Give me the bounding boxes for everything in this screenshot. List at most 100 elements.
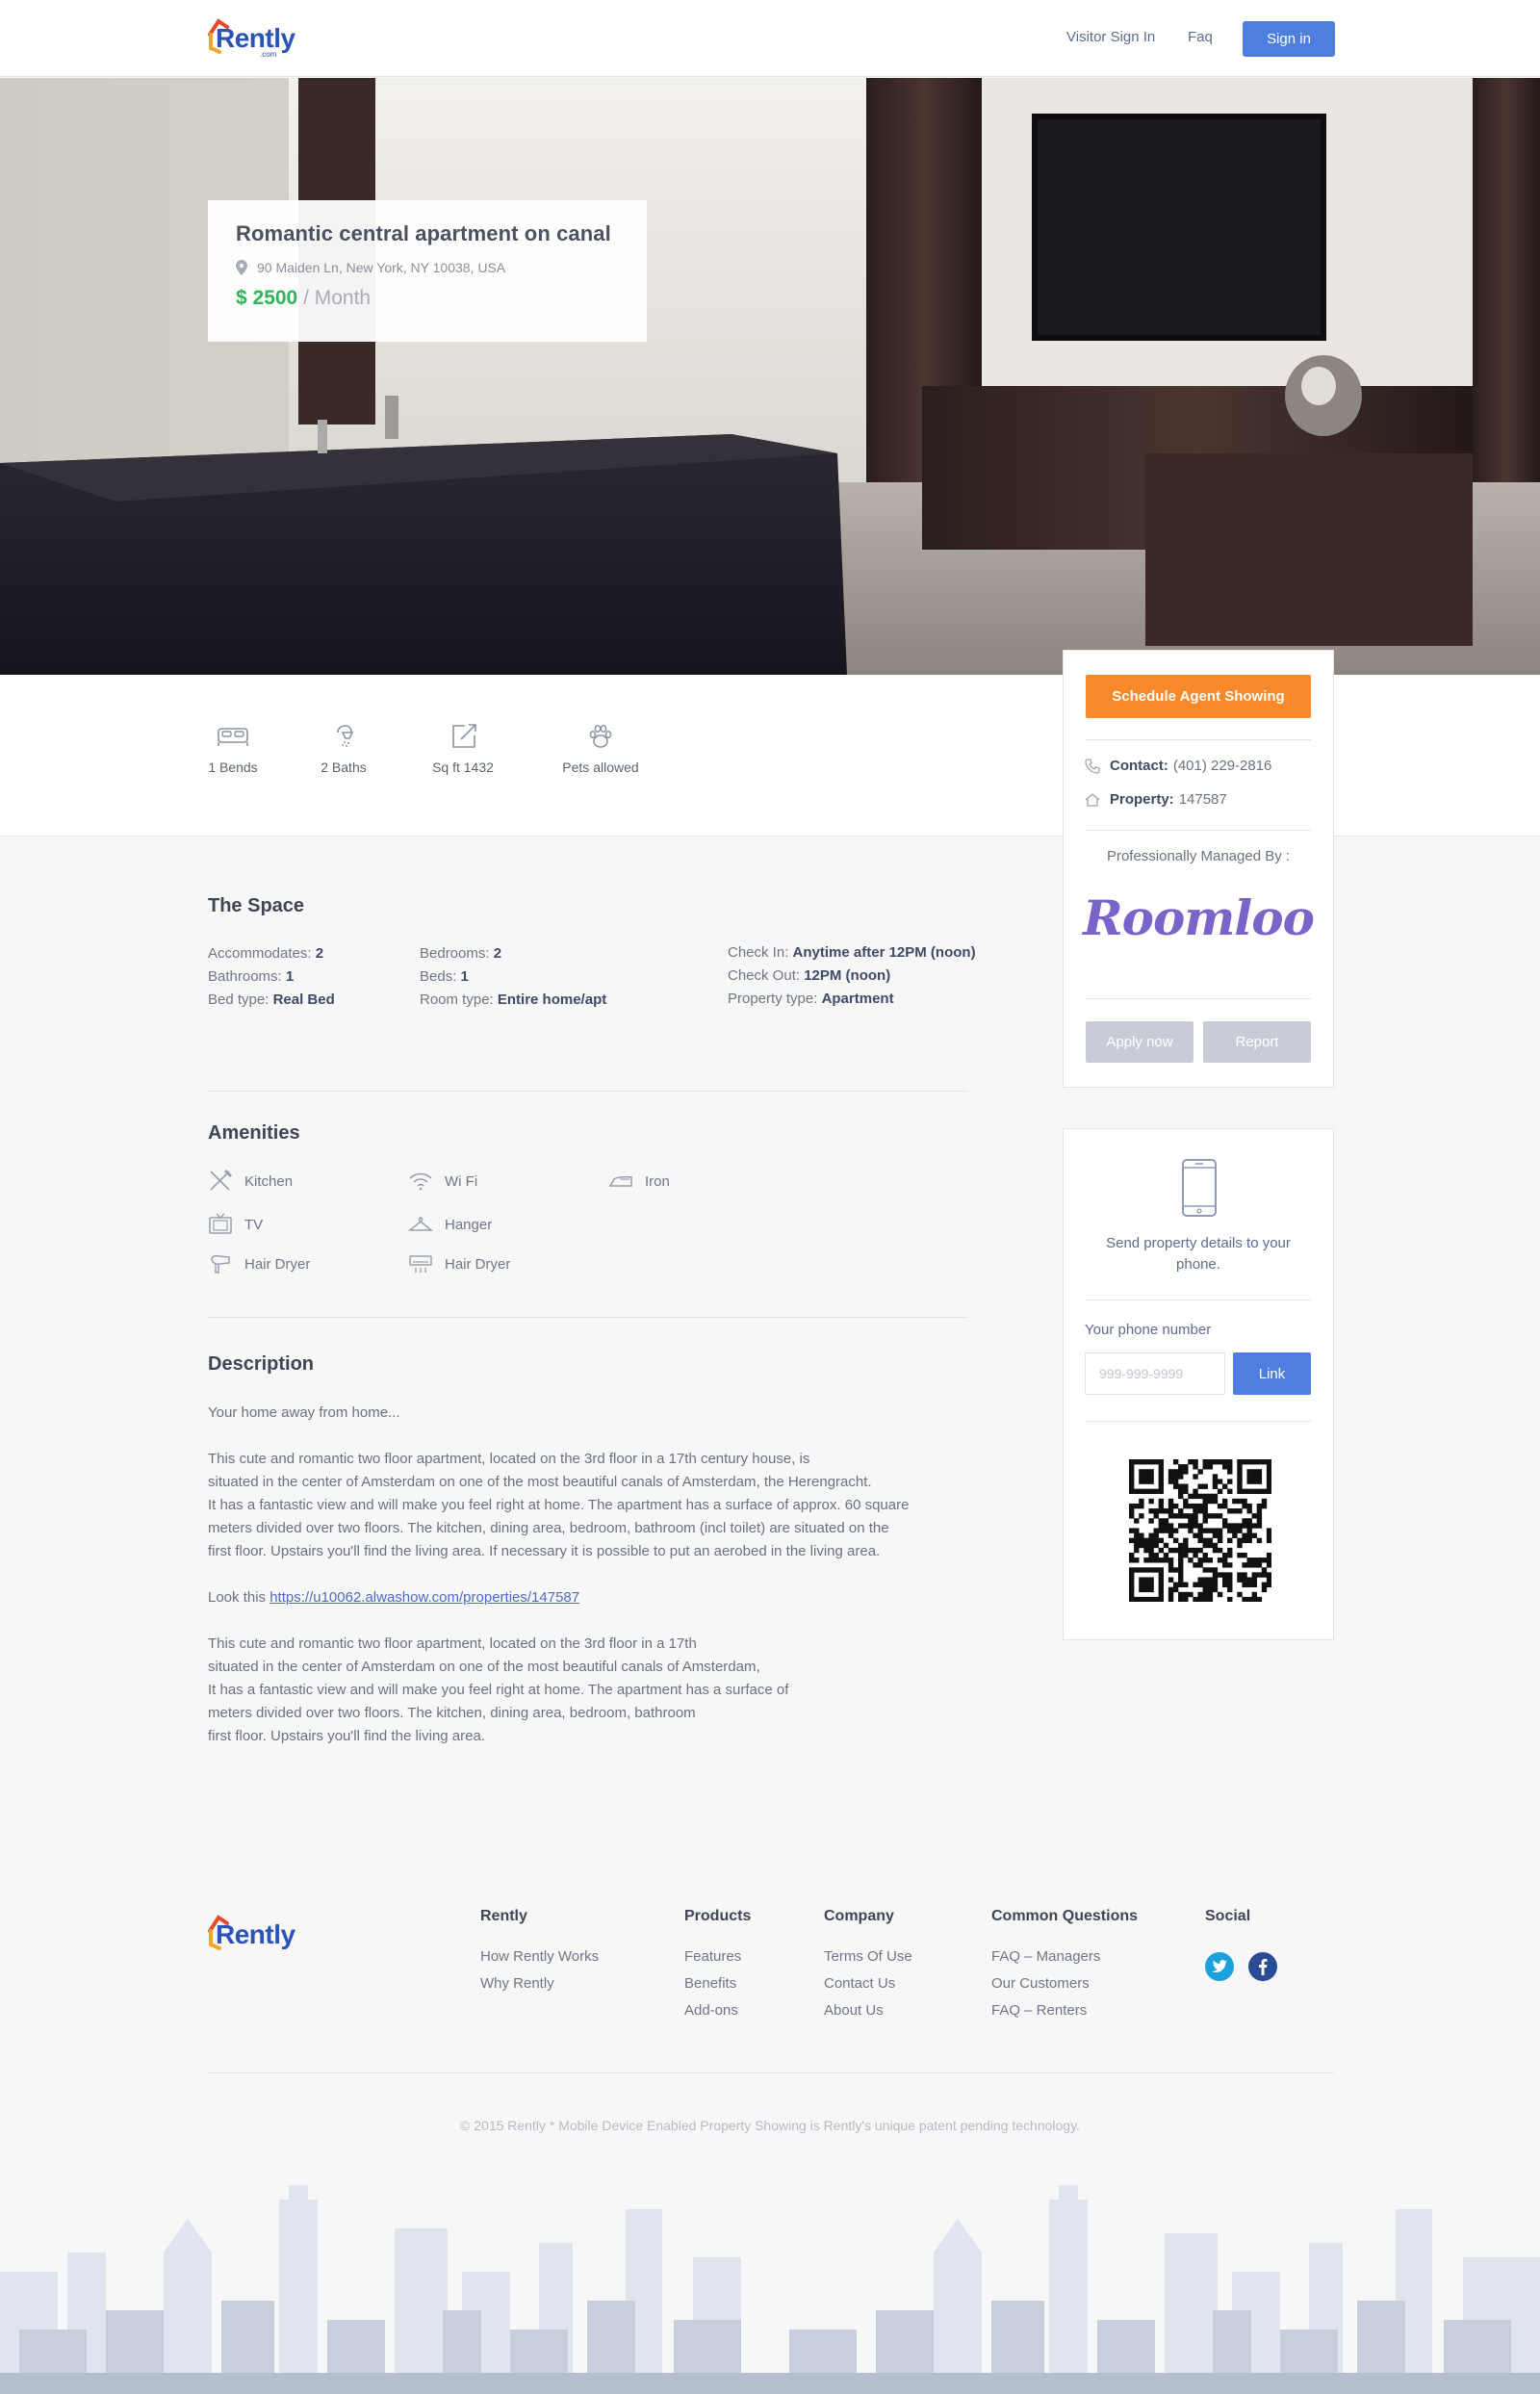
qr-module — [1251, 1474, 1257, 1480]
qr-module — [1134, 1488, 1140, 1495]
qr-module — [1129, 1513, 1135, 1519]
qr-module — [1158, 1498, 1165, 1505]
qr-module — [1172, 1547, 1179, 1554]
qr-module — [1129, 1459, 1135, 1465]
qr-module — [1178, 1562, 1184, 1568]
amenity-hanger: Hanger — [408, 1212, 492, 1237]
qr-module — [1197, 1503, 1203, 1509]
qr-module — [1139, 1503, 1144, 1509]
amenity-air-conditioner: Hair Dryer — [408, 1251, 510, 1276]
qr-module — [1193, 1474, 1198, 1480]
property-link[interactable]: https://u10062.alwashow.com/properties/1… — [270, 1589, 579, 1606]
qr-module — [1237, 1537, 1243, 1544]
qr-module — [1158, 1557, 1165, 1563]
qr-module — [1158, 1518, 1165, 1524]
contact-value[interactable]: (401) 229-2816 — [1173, 758, 1272, 774]
facebook-icon[interactable] — [1248, 1952, 1277, 1986]
qr-module — [1134, 1503, 1140, 1509]
nav-visitor-sign-in[interactable]: Visitor Sign In — [1066, 29, 1155, 45]
footer-link-our-customers[interactable]: Our Customers — [991, 1975, 1090, 1992]
footer-link-how-rently-works[interactable]: How Rently Works — [480, 1948, 599, 1965]
qr-module — [1246, 1518, 1252, 1524]
footer-link-terms[interactable]: Terms Of Use — [824, 1948, 912, 1965]
qr-module — [1227, 1488, 1233, 1495]
qr-module — [1183, 1537, 1189, 1544]
qr-module — [1242, 1523, 1247, 1529]
qr-module — [1193, 1582, 1198, 1587]
qr-module — [1232, 1498, 1238, 1505]
qr-module — [1129, 1503, 1135, 1509]
qr-module — [1256, 1537, 1263, 1544]
qr-module — [1139, 1498, 1144, 1505]
qr-module — [1178, 1469, 1184, 1475]
qr-module — [1251, 1532, 1257, 1538]
address-text: 90 Maiden Ln, New York, NY 10038, USA — [257, 260, 506, 275]
qr-module — [1193, 1523, 1198, 1529]
footer-link-why-rently[interactable]: Why Rently — [480, 1975, 554, 1992]
roomloo-logo[interactable]: Roomloo — [1064, 889, 1333, 946]
qr-module — [1183, 1596, 1189, 1602]
sign-in-button[interactable]: Sign in — [1243, 21, 1335, 57]
nav-faq[interactable]: Faq — [1188, 29, 1213, 45]
qr-module — [1148, 1488, 1154, 1495]
qr-module — [1168, 1523, 1174, 1529]
qr-module — [1237, 1488, 1243, 1495]
qr-module — [1139, 1488, 1144, 1495]
apply-now-button[interactable]: Apply now — [1086, 1021, 1194, 1063]
qr-module — [1143, 1474, 1149, 1480]
qr-module — [1207, 1498, 1214, 1505]
footer-link-about[interactable]: About Us — [824, 2002, 884, 2019]
footer-link-features[interactable]: Features — [684, 1948, 741, 1965]
qr-module — [1178, 1591, 1184, 1598]
qr-module — [1158, 1537, 1165, 1544]
qr-module — [1242, 1572, 1247, 1578]
qr-module — [1227, 1577, 1233, 1583]
qr-module — [1178, 1488, 1184, 1495]
qr-module — [1143, 1488, 1149, 1495]
qr-module — [1148, 1532, 1154, 1538]
qr-module — [1266, 1528, 1271, 1533]
qr-module — [1139, 1532, 1144, 1538]
footer-link-benefits[interactable]: Benefits — [684, 1975, 736, 1992]
qr-module — [1172, 1503, 1179, 1509]
footer-link-faq-managers[interactable]: FAQ – Managers — [991, 1948, 1100, 1965]
footer-rently-logo[interactable]: Rently — [208, 1912, 295, 1950]
schedule-agent-showing-button[interactable]: Schedule Agent Showing — [1086, 675, 1311, 718]
footer-link-add-ons[interactable]: Add-ons — [684, 2002, 738, 2019]
booking-side-card: Schedule Agent Showing Contact: (401) 22… — [1063, 650, 1334, 1088]
twitter-icon[interactable] — [1205, 1952, 1234, 1986]
phone-number-input[interactable] — [1085, 1352, 1225, 1395]
qr-module — [1207, 1542, 1214, 1549]
space-bathrooms: Bathrooms: 1 — [208, 968, 295, 985]
logo-sub: .com — [260, 50, 277, 59]
qr-module — [1178, 1508, 1184, 1514]
qr-module — [1153, 1459, 1159, 1465]
qr-module — [1266, 1479, 1271, 1484]
qr-module — [1134, 1537, 1140, 1544]
property-label: Property: — [1110, 791, 1174, 808]
qr-module — [1221, 1577, 1228, 1583]
qr-module — [1188, 1557, 1194, 1563]
qr-module — [1148, 1518, 1154, 1524]
rently-logo[interactable]: Rently — [208, 15, 295, 54]
qr-module — [1266, 1464, 1271, 1470]
stat-label: 2 Baths — [321, 759, 367, 775]
link-button[interactable]: Link — [1233, 1352, 1311, 1395]
qr-module — [1256, 1557, 1263, 1563]
report-button[interactable]: Report — [1203, 1021, 1311, 1063]
space-check-out: Check Out: 12PM (noon) — [728, 967, 891, 984]
footer-link-contact[interactable]: Contact Us — [824, 1975, 895, 1992]
qr-code — [1129, 1459, 1271, 1602]
qr-module — [1193, 1508, 1198, 1514]
qr-module — [1168, 1591, 1174, 1598]
tv-icon — [209, 1213, 232, 1234]
qr-module — [1246, 1537, 1252, 1544]
qr-module — [1188, 1523, 1194, 1529]
qr-module — [1148, 1582, 1154, 1587]
footer-link-faq-renters[interactable]: FAQ – Renters — [991, 2002, 1087, 2019]
description-paragraph-2: This cute and romantic two floor apartme… — [208, 1635, 789, 1744]
qr-module — [1188, 1518, 1194, 1524]
copyright-text: © 2015 Rently * Mobile Device Enabled Pr… — [460, 2118, 1080, 2133]
qr-module — [1193, 1459, 1198, 1465]
divider — [1086, 739, 1311, 740]
